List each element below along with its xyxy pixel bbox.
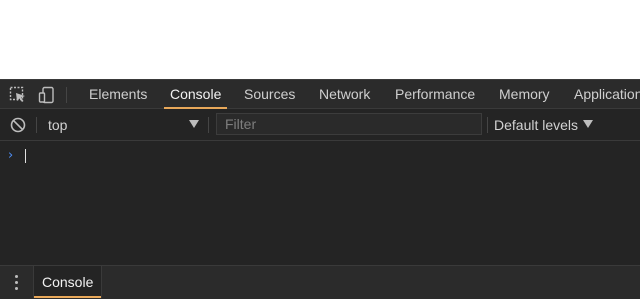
inspect-element-icon[interactable]	[9, 86, 27, 104]
tab-elements[interactable]: Elements	[89, 80, 147, 109]
drawer-tab-console[interactable]: Console	[33, 266, 103, 298]
page-viewport	[0, 0, 640, 79]
toolbar-separator	[208, 117, 209, 133]
context-dropdown-arrow-icon[interactable]	[189, 120, 199, 128]
context-selector[interactable]: top	[48, 109, 67, 141]
levels-dropdown-arrow-icon[interactable]	[583, 120, 593, 128]
tabbar-separator	[66, 87, 67, 103]
devtools-drawer: Console	[0, 265, 640, 299]
filter-input[interactable]	[217, 114, 481, 134]
tab-network[interactable]: Network	[319, 80, 370, 109]
tab-memory[interactable]: Memory	[499, 80, 550, 109]
filter-field[interactable]	[216, 113, 482, 135]
devtools-panel: Elements Console Sources Network Perform…	[0, 79, 640, 299]
tab-application[interactable]: Application	[574, 80, 640, 109]
devtools-tabbar: Elements Console Sources Network Perform…	[0, 79, 640, 109]
tab-performance[interactable]: Performance	[395, 80, 475, 109]
console-input-caret[interactable]	[25, 149, 26, 163]
drawer-menu-icon[interactable]	[13, 275, 19, 291]
toolbar-separator	[36, 117, 37, 133]
tab-sources[interactable]: Sources	[244, 80, 295, 109]
log-levels-dropdown[interactable]: Default levels	[494, 109, 578, 141]
device-toolbar-icon[interactable]	[38, 86, 56, 104]
clear-console-icon[interactable]	[9, 116, 27, 134]
toolbar-separator	[487, 117, 488, 133]
tab-console[interactable]: Console	[163, 80, 228, 109]
console-output[interactable]: ›	[0, 141, 640, 265]
console-prompt-icon: ›	[8, 148, 14, 163]
console-toolbar: top Default levels	[0, 109, 640, 141]
